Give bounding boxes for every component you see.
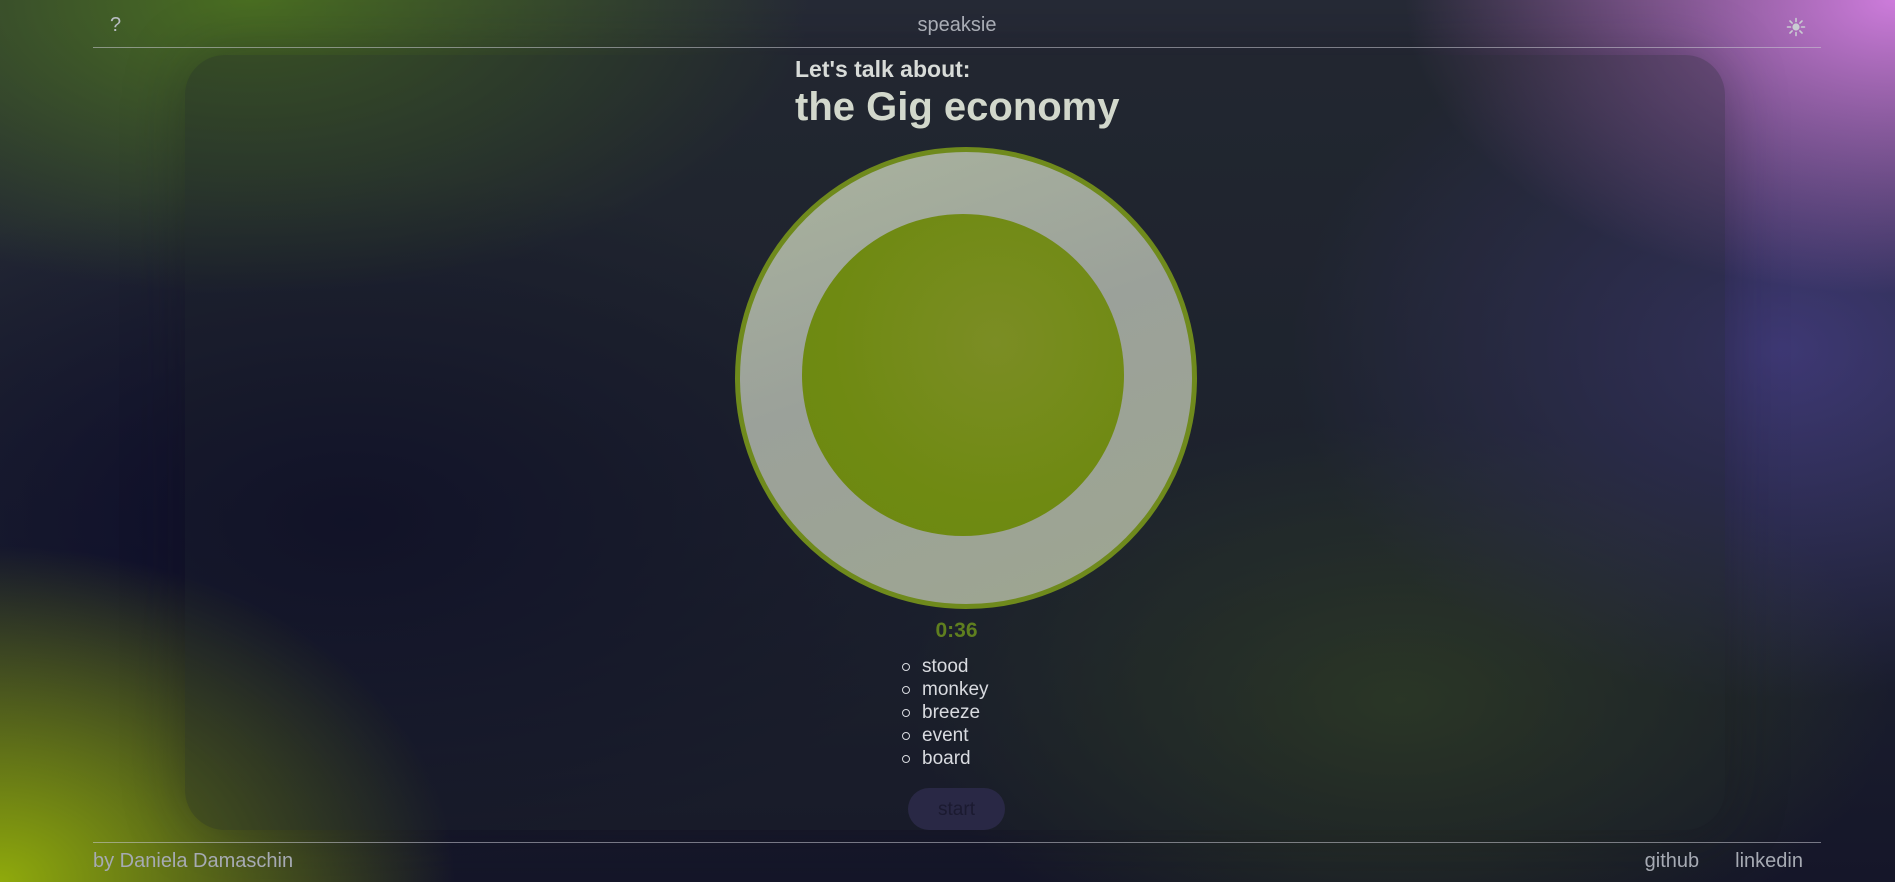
word-list: stood monkey breeze event board [902, 655, 989, 770]
bullet-icon [902, 686, 910, 694]
topic-title: the Gig economy [795, 85, 1120, 129]
list-item: breeze [902, 701, 989, 724]
app-title: speaksie [917, 14, 997, 36]
word-label: event [922, 725, 969, 746]
topic-lead: Let's talk about: [795, 56, 971, 82]
start-button[interactable]: start [908, 788, 1005, 830]
linkedin-link[interactable]: linkedin [1735, 850, 1803, 873]
list-item: stood [902, 655, 989, 678]
sun-icon[interactable] [1785, 16, 1807, 38]
word-label: monkey [922, 679, 989, 700]
bullet-icon [902, 663, 910, 671]
footer: by Daniela Damaschin github linkedin [93, 842, 1821, 882]
author-credit: by Daniela Damaschin [93, 850, 294, 872]
word-label: breeze [922, 702, 981, 723]
bullet-icon [902, 732, 910, 740]
list-item: board [902, 747, 989, 770]
top-bar: ? speaksie [93, 0, 1821, 48]
timer-core [802, 214, 1124, 536]
footer-links: github linkedin [1645, 850, 1803, 873]
topic-heading: Let's talk about: the Gig economy [795, 56, 1120, 130]
list-item: event [902, 724, 989, 747]
github-link[interactable]: github [1645, 850, 1700, 873]
word-label: board [922, 748, 971, 769]
bullet-icon [902, 755, 910, 763]
list-item: monkey [902, 678, 989, 701]
word-label: stood [922, 656, 969, 677]
bullet-icon [902, 709, 910, 717]
timer-display: 0:36 [935, 619, 978, 642]
